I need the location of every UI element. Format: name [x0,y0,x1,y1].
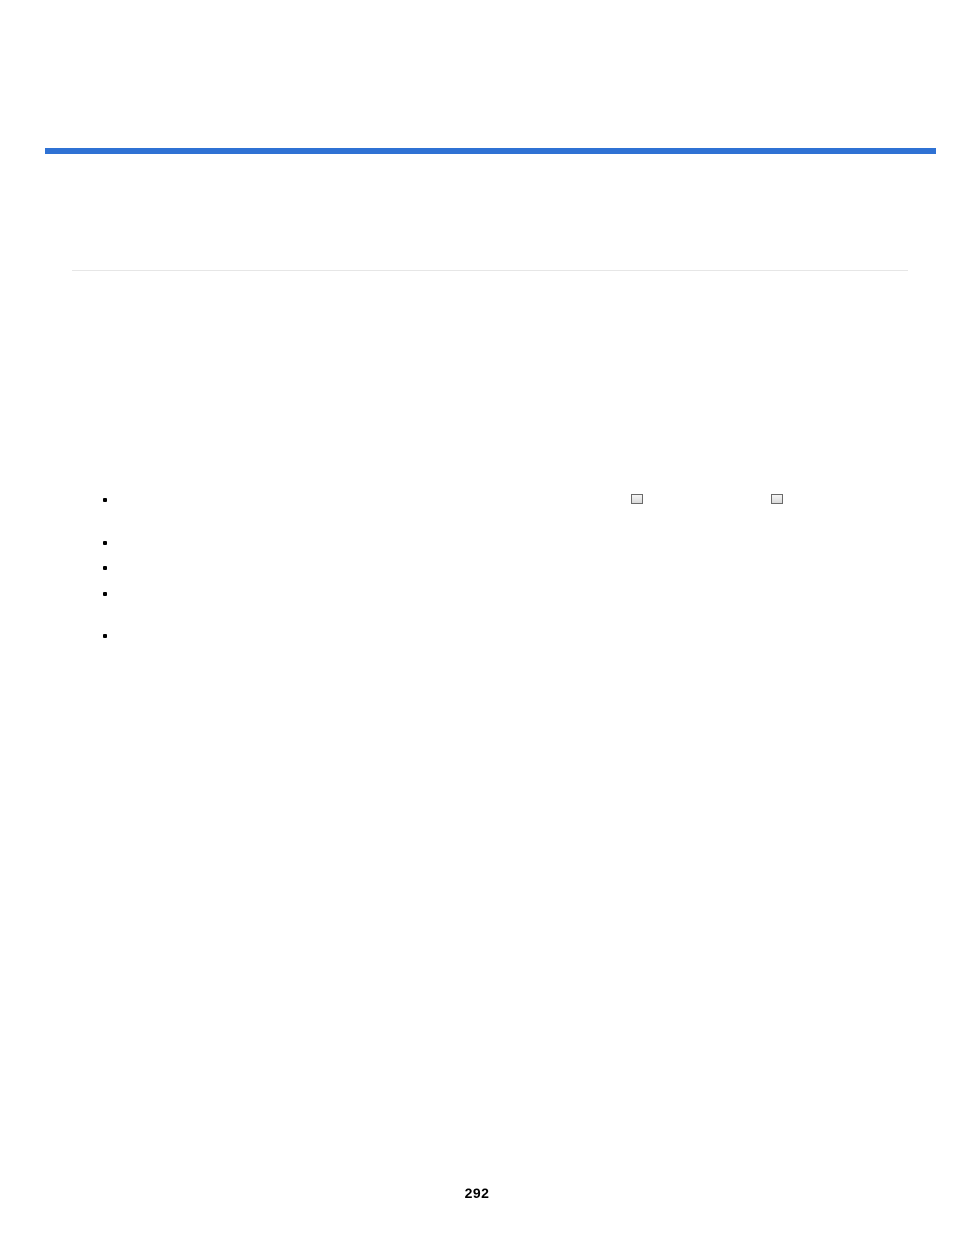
page-number: 292 [0,1185,954,1201]
bullet-marker [103,498,107,502]
bullet-marker [103,592,107,596]
folder-icon [771,494,783,504]
bullet-marker [103,634,107,638]
section-divider [72,270,908,271]
document-icon [631,494,643,504]
bullet-marker [103,566,107,570]
bullet-marker [103,541,107,545]
document-page: 292 [0,0,954,1235]
horizontal-rule [45,148,936,154]
